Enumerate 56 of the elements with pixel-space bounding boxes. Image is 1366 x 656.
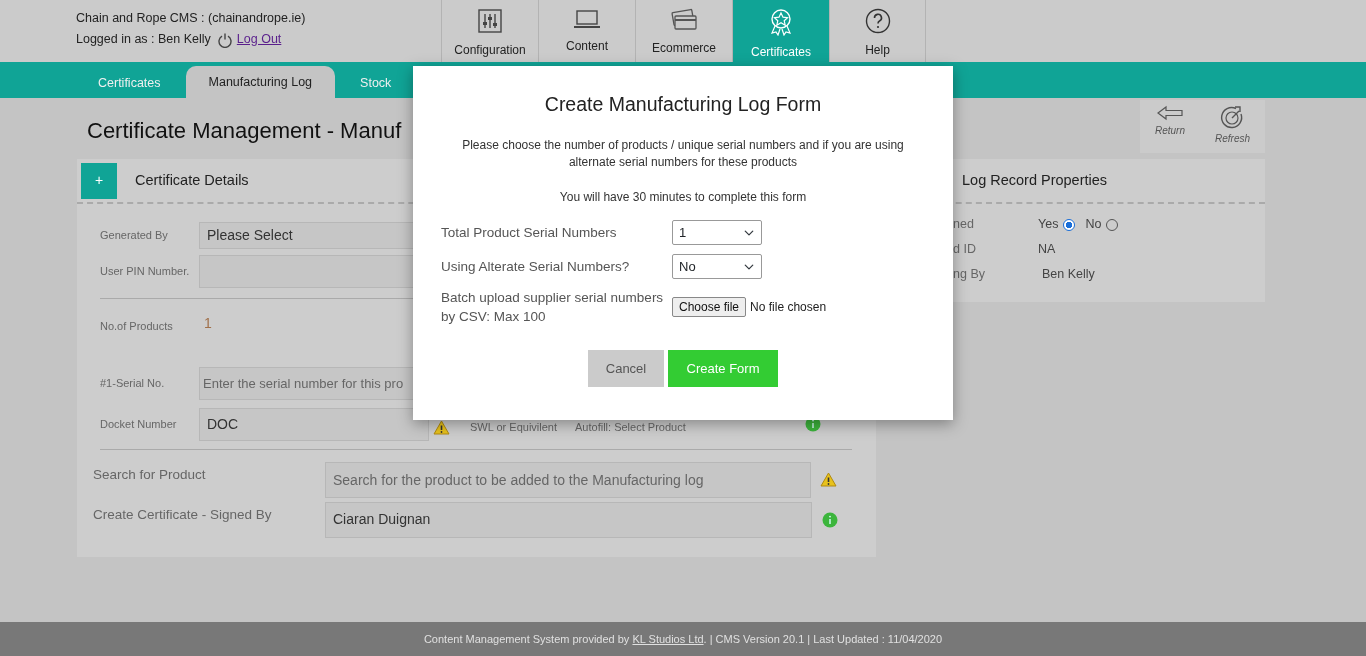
option-label: No [1085,216,1102,234]
field-label: Create Certificate - Signed By [93,506,273,525]
user-label: Logged in as : Ben Kelly [76,31,211,48]
power-icon [216,31,233,48]
field-label: User PIN Number. [100,264,191,280]
field-label: d ID [953,241,977,259]
footer-text: Content Management System provided by KL Studios Ltd. | CMS Version 20.1 | Last Updated : 11/04/2020 [423,631,943,647]
laptop-icon [573,8,601,30]
dialog-notice: You will have 30 minutes to complete this form [558,189,808,207]
cancel-button[interactable]: Cancel [588,350,664,388]
info-icon [822,511,838,528]
dropdown[interactable]: 1 [672,220,762,246]
radio-button[interactable] [1063,218,1076,231]
award-icon [768,8,794,36]
warning-icon [433,419,450,435]
field-label: No.of Products [100,319,174,334]
credit-card-icon [670,8,698,32]
field-label: SWL or Equivilent [470,419,558,435]
product-count: 1 [204,313,212,333]
toolbar-button[interactable]: Return [1155,105,1185,153]
logout-link[interactable]: Log Out [236,29,282,50]
product-search-field[interactable]: Search for the product to be added to the Manufacturing log [325,461,811,498]
field-value: NA [1038,241,1056,259]
help-icon [864,8,891,34]
field-label: ned [953,216,975,234]
warning-icon [820,472,837,487]
option-label: Yes [1038,216,1059,234]
choose-file-button[interactable]: Choose file [672,297,747,318]
field-value: Ben Kelly [1042,266,1095,284]
refresh-icon [1220,105,1245,129]
panel-title: Certificate Details [135,170,249,190]
toolbar-button[interactable]: Refresh [1215,105,1250,153]
file-status: No file chosen [750,299,827,317]
field-label: #1-Serial No. [100,375,166,391]
field-label: Search for Product [93,466,207,485]
left-arrow-icon [1156,105,1184,121]
docket-field[interactable]: DOC [199,407,429,441]
sliders-icon [477,8,503,34]
panel-title: Log Record Properties [962,170,1108,190]
field-label: Docket Number [100,416,178,432]
serial-field[interactable]: Enter the serial number for this pro [199,366,414,400]
field-label: Generated By [100,228,169,244]
field-label: Batch upload supplier serial numbers by CSV: Max 100 [441,289,665,327]
page-title: Certificate Management - Manuf [87,117,402,145]
dropdown[interactable]: No [672,254,762,280]
footer-link[interactable]: KL Studios Ltd [632,632,704,645]
autofill-text: Autofill: Select Product [575,419,686,435]
field-label: Total Product Serial Numbers [441,224,618,243]
nav-tab[interactable]: Help [829,0,926,62]
site-title: Chain and Rope CMS : (chainandrope.ie) [76,10,307,27]
dialog-title: Create Manufacturing Log Form [543,92,823,117]
sub-tab[interactable]: Manufacturing Log [185,66,336,98]
dialog-text: Please choose the number of products / unique serial numbers and if you are using alternate serial numbers for these products [461,137,905,172]
field-label: ng By [953,266,986,284]
field-label: Using Alterate Serial Numbers? [441,258,631,277]
signed-by-select[interactable]: Ciaran Duignan [325,501,812,538]
